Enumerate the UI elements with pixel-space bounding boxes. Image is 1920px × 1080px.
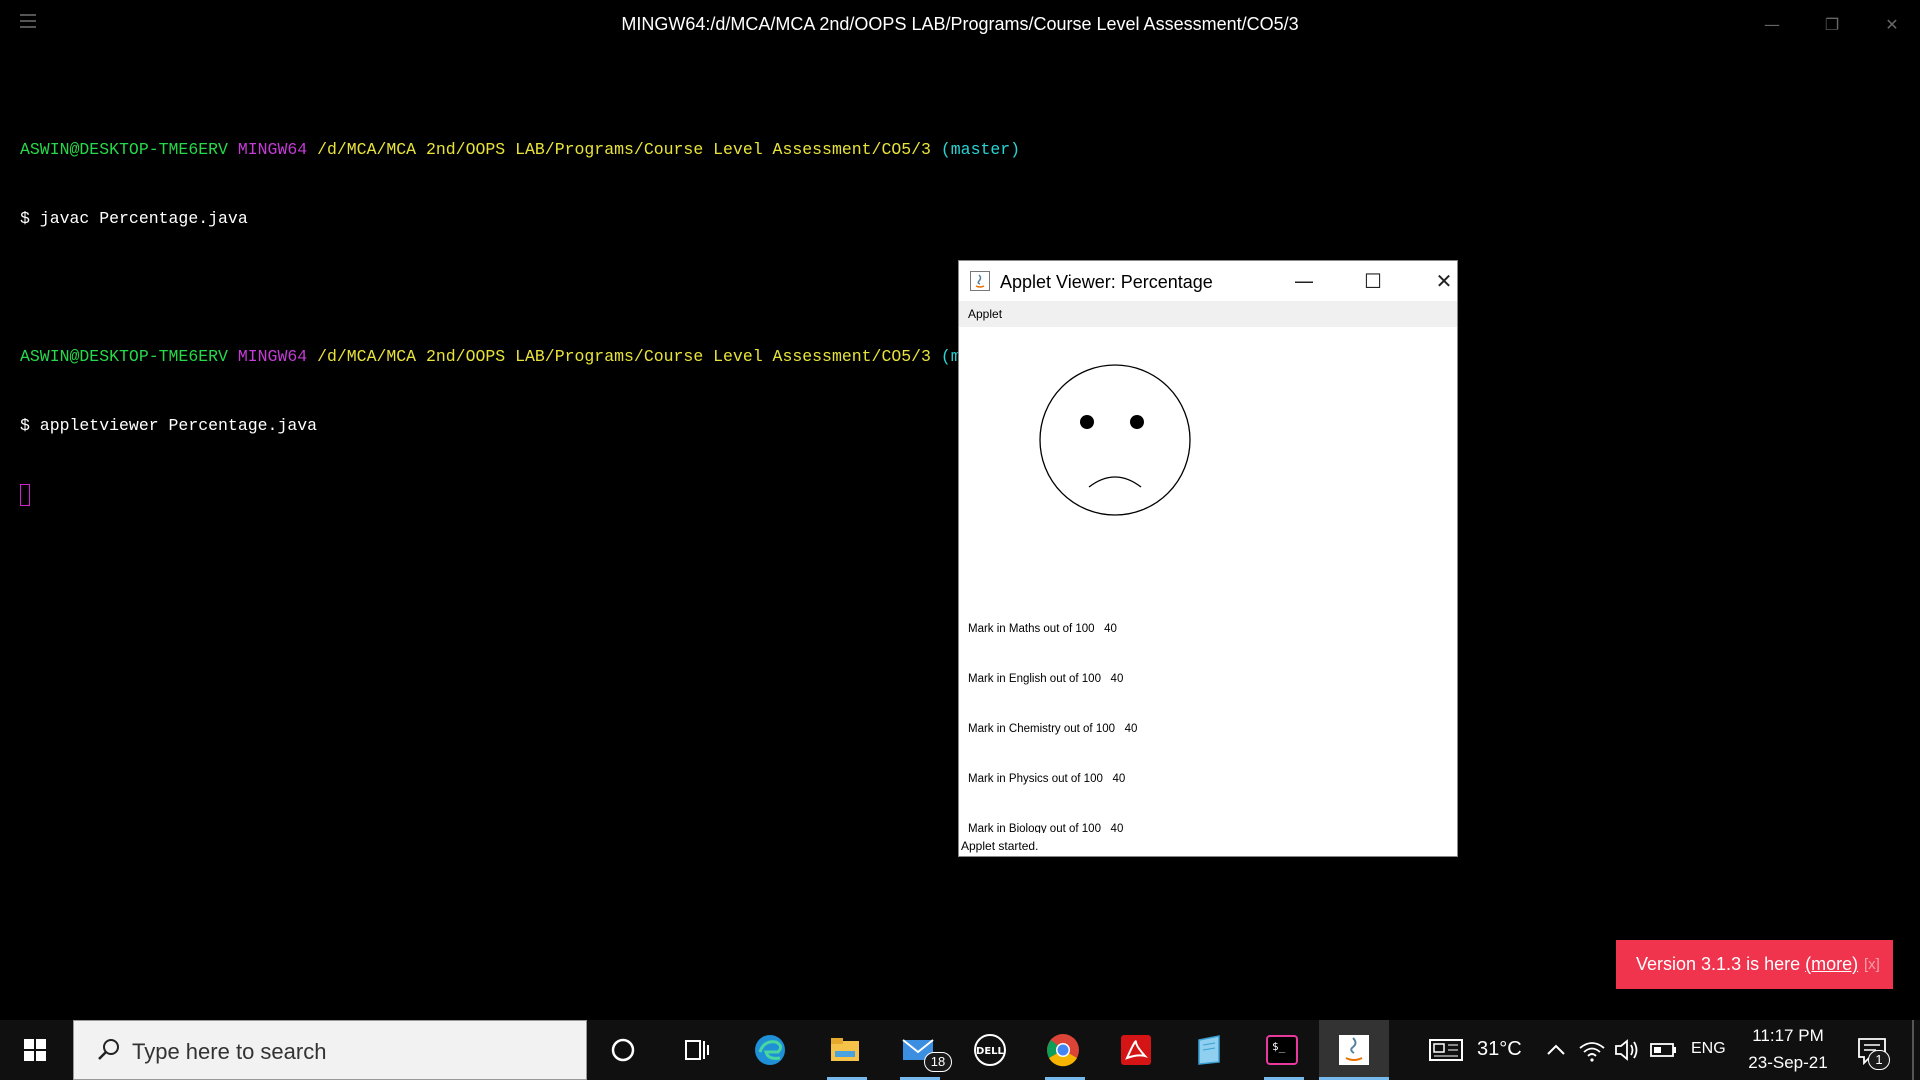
applet-menubar: Applet — [959, 301, 1457, 327]
prompt-env: MINGW64 — [237, 140, 308, 159]
toast-close-button[interactable]: [x] — [1864, 940, 1880, 989]
show-desktop-button[interactable] — [1912, 1020, 1914, 1080]
maximize-icon[interactable]: ☐ — [1353, 265, 1393, 297]
applet-title: Applet Viewer: Percentage — [1000, 272, 1213, 292]
prompt-line: ASWIN@DESKTOP-TME6ERV MINGW64 /d/MCA/MCA… — [20, 138, 1020, 161]
close-icon[interactable]: ✕ — [1424, 265, 1464, 297]
search-icon — [98, 1039, 119, 1060]
prompt-env: MINGW64 — [237, 347, 308, 366]
wifi-icon[interactable] — [1574, 1032, 1610, 1068]
sad-face-drawing — [1039, 364, 1191, 516]
notification-badge: 1 — [1868, 1050, 1890, 1070]
right-eye — [1130, 415, 1144, 429]
edge-icon[interactable] — [752, 1032, 788, 1068]
svg-text:$_: $_ — [1272, 1040, 1286, 1053]
minimize-icon[interactable]: — — [1284, 265, 1324, 297]
language-indicator[interactable]: ENG — [1691, 1040, 1726, 1058]
git-bash-icon[interactable]: $_ — [1264, 1032, 1300, 1068]
clock-time[interactable]: 11:17 PM — [1750, 1026, 1826, 1046]
terminal-titlebar[interactable]: MINGW64:/d/MCA/MCA 2nd/OOPS LAB/Programs… — [0, 0, 1920, 52]
mark-line-physics: Mark in Physics out of 100 40 — [968, 773, 1126, 785]
applet-menu[interactable]: Applet — [968, 307, 1002, 321]
prompt-path: /d/MCA/MCA 2nd/OOPS LAB/Programs/Course … — [317, 347, 931, 366]
restore-icon[interactable]: ❐ — [1812, 8, 1852, 42]
left-eye — [1080, 415, 1094, 429]
terminal-output[interactable]: ASWIN@DESKTOP-TME6ERV MINGW64 /d/MCA/MCA… — [20, 92, 1020, 552]
applet-viewer-window[interactable]: Applet Viewer: Percentage — ☐ ✕ Applet M… — [958, 260, 1458, 857]
prompt-line: ASWIN@DESKTOP-TME6ERV MINGW64 /d/MCA/MCA… — [20, 345, 1020, 368]
cortana-icon[interactable] — [605, 1032, 641, 1068]
java-icon[interactable] — [1336, 1032, 1372, 1068]
news-weather-icon[interactable] — [1428, 1032, 1464, 1068]
temperature[interactable]: 31°C — [1477, 1038, 1522, 1061]
terminal-cursor — [20, 483, 30, 506]
command-line: $ appletviewer Percentage.java — [20, 416, 318, 435]
mark-line-chemistry: Mark in Chemistry out of 100 40 — [968, 723, 1138, 735]
svg-text:DELL: DELL — [976, 1046, 1005, 1057]
taskbar: Type here to search 18 DELL $_ 31°C ENG … — [0, 1020, 1920, 1080]
prompt-user: ASWIN@DESKTOP-TME6ERV — [20, 140, 228, 159]
applet-canvas: Mark in Maths out of 100 40 Mark in Engl… — [959, 327, 1457, 833]
face-outline — [1039, 364, 1191, 516]
battery-icon[interactable] — [1645, 1032, 1681, 1068]
start-button[interactable] — [0, 1020, 70, 1080]
minimize-icon[interactable]: — — [1752, 8, 1792, 42]
volume-icon[interactable] — [1608, 1032, 1644, 1068]
clock-date[interactable]: 23-Sep-21 — [1744, 1053, 1832, 1073]
terminal-title: MINGW64:/d/MCA/MCA 2nd/OOPS LAB/Programs… — [621, 14, 1299, 34]
dell-icon[interactable]: DELL — [972, 1032, 1008, 1068]
notepad-icon[interactable] — [1191, 1032, 1227, 1068]
task-view-icon[interactable] — [678, 1032, 714, 1068]
close-icon[interactable]: ✕ — [1872, 8, 1912, 42]
taskbar-search[interactable]: Type here to search — [73, 1020, 587, 1080]
mark-line-maths: Mark in Maths out of 100 40 — [968, 623, 1117, 635]
prompt-path: /d/MCA/MCA 2nd/OOPS LAB/Programs/Course … — [317, 140, 931, 159]
prompt-user: ASWIN@DESKTOP-TME6ERV — [20, 347, 228, 366]
windows-icon — [24, 1039, 46, 1061]
java-icon — [970, 271, 990, 291]
chrome-icon[interactable] — [1045, 1032, 1081, 1068]
mark-line-biology: Mark in Biology out of 100 40 — [968, 823, 1124, 833]
command-line: $ javac Percentage.java — [20, 209, 248, 228]
search-placeholder: Type here to search — [132, 1039, 327, 1064]
applet-status: Applet started. — [961, 839, 1039, 853]
update-toast: Version 3.1.3 is here (more) [x] — [1616, 940, 1893, 989]
toast-message: Version 3.1.3 is here — [1636, 954, 1801, 974]
file-explorer-icon[interactable] — [827, 1032, 863, 1068]
chevron-up-icon[interactable] — [1538, 1032, 1574, 1068]
toast-more-link[interactable]: (more) — [1805, 954, 1858, 974]
applet-titlebar[interactable]: Applet Viewer: Percentage — ☐ ✕ — [959, 261, 1457, 301]
prompt-branch: (master) — [940, 140, 1021, 159]
mark-line-english: Mark in English out of 100 40 — [968, 673, 1124, 685]
frown-mouth — [1088, 476, 1142, 488]
mail-badge: 18 — [924, 1052, 952, 1072]
acrobat-icon[interactable] — [1118, 1032, 1154, 1068]
